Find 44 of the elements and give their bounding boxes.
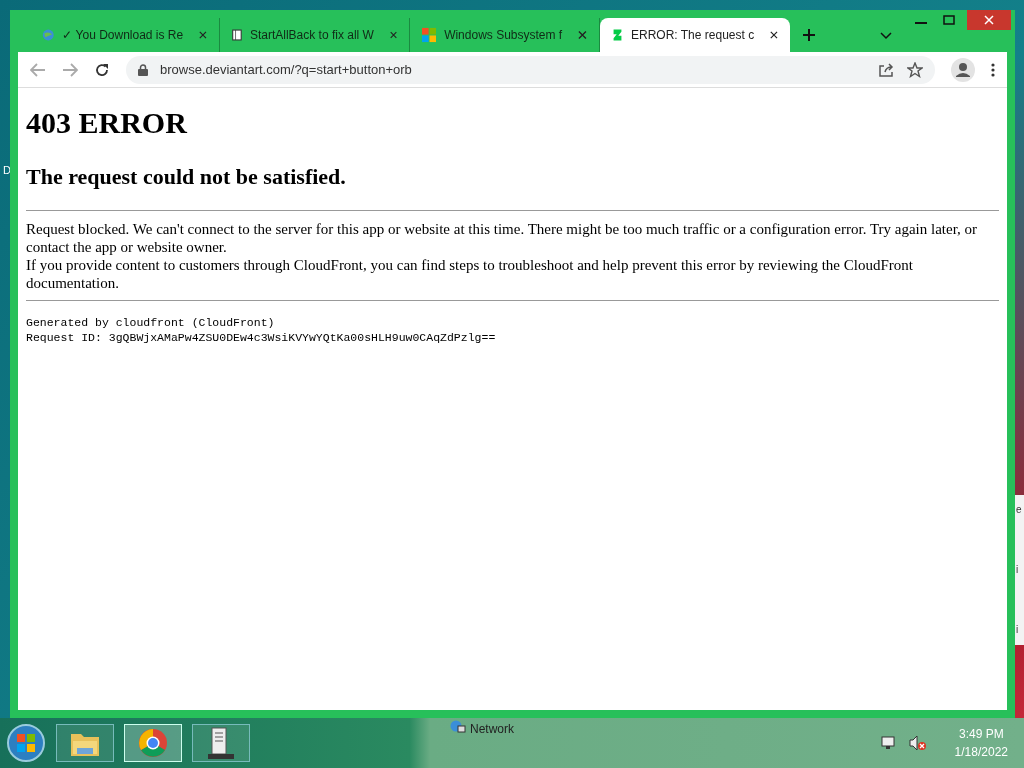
close-window-button[interactable]	[967, 10, 1011, 30]
zigzag-icon	[612, 27, 623, 43]
minimize-icon[interactable]	[915, 22, 927, 26]
footer-text: Generated by cloudfront (CloudFront)	[26, 315, 276, 330]
url-text: browse.deviantart.com/?q=start+button+orb	[160, 60, 413, 79]
globe-icon	[42, 27, 55, 43]
window-text: e	[1016, 505, 1022, 515]
tab-title: StartAllBack to fix all W	[249, 27, 374, 44]
browser-tab[interactable]: ERROR: The request c	[600, 18, 790, 52]
close-icon	[984, 15, 994, 25]
taskbar-app[interactable]	[192, 724, 250, 762]
error-message: If you provide content to customers through CloudFront, you can find steps to troubleshoot and help prevent this error by reviewing the CloudFront documentation.	[26, 256, 914, 292]
error-heading: 403 ERROR	[26, 108, 189, 138]
reload-icon[interactable]	[94, 61, 110, 78]
window-text: i	[1016, 565, 1019, 575]
lock-icon	[138, 63, 148, 76]
muted-speaker-icon[interactable]	[908, 735, 927, 751]
network-label: Network	[470, 721, 514, 738]
server-icon	[208, 727, 234, 759]
tab-title: ✓ You Download is Re	[62, 27, 184, 44]
network-icon	[450, 720, 466, 734]
menu-icon[interactable]	[991, 62, 995, 77]
star-icon[interactable]	[907, 61, 923, 78]
error-subheading: The request could not be satisfied.	[26, 166, 347, 188]
tab-title: ERROR: The request c	[631, 27, 755, 44]
error-message: Request blocked. We can't connect to the server for this app or website at this time. There might be too much traffic or a configuration error. Try again later, or contact the app or website owner.	[26, 220, 979, 256]
chevron-down-icon[interactable]	[880, 32, 892, 40]
address-bar[interactable]: browse.deviantart.com/?q=start+button+orb	[126, 55, 935, 84]
footer-text: Request ID: 3gQBWjxAMaPw4ZSU0DEw4c3WsiKVYwYQtKa00sHLH9uw0CAqZdPzlg==	[26, 330, 497, 345]
book-icon	[232, 27, 242, 43]
network-status-icon[interactable]	[880, 735, 897, 751]
tab-title: Windows Subsystem f	[444, 27, 563, 44]
window-text: i	[1016, 625, 1019, 635]
desktop-text: D	[3, 163, 11, 178]
chrome-icon	[138, 728, 168, 758]
close-icon[interactable]	[199, 30, 207, 40]
close-icon[interactable]	[578, 30, 587, 40]
start-orb-icon[interactable]	[6, 723, 46, 763]
profile-icon[interactable]	[951, 57, 975, 82]
four-squares-icon	[422, 27, 437, 43]
share-icon[interactable]	[879, 62, 895, 77]
maximize-icon[interactable]	[943, 15, 955, 25]
close-icon[interactable]	[770, 30, 778, 40]
plus-icon[interactable]	[802, 28, 816, 42]
